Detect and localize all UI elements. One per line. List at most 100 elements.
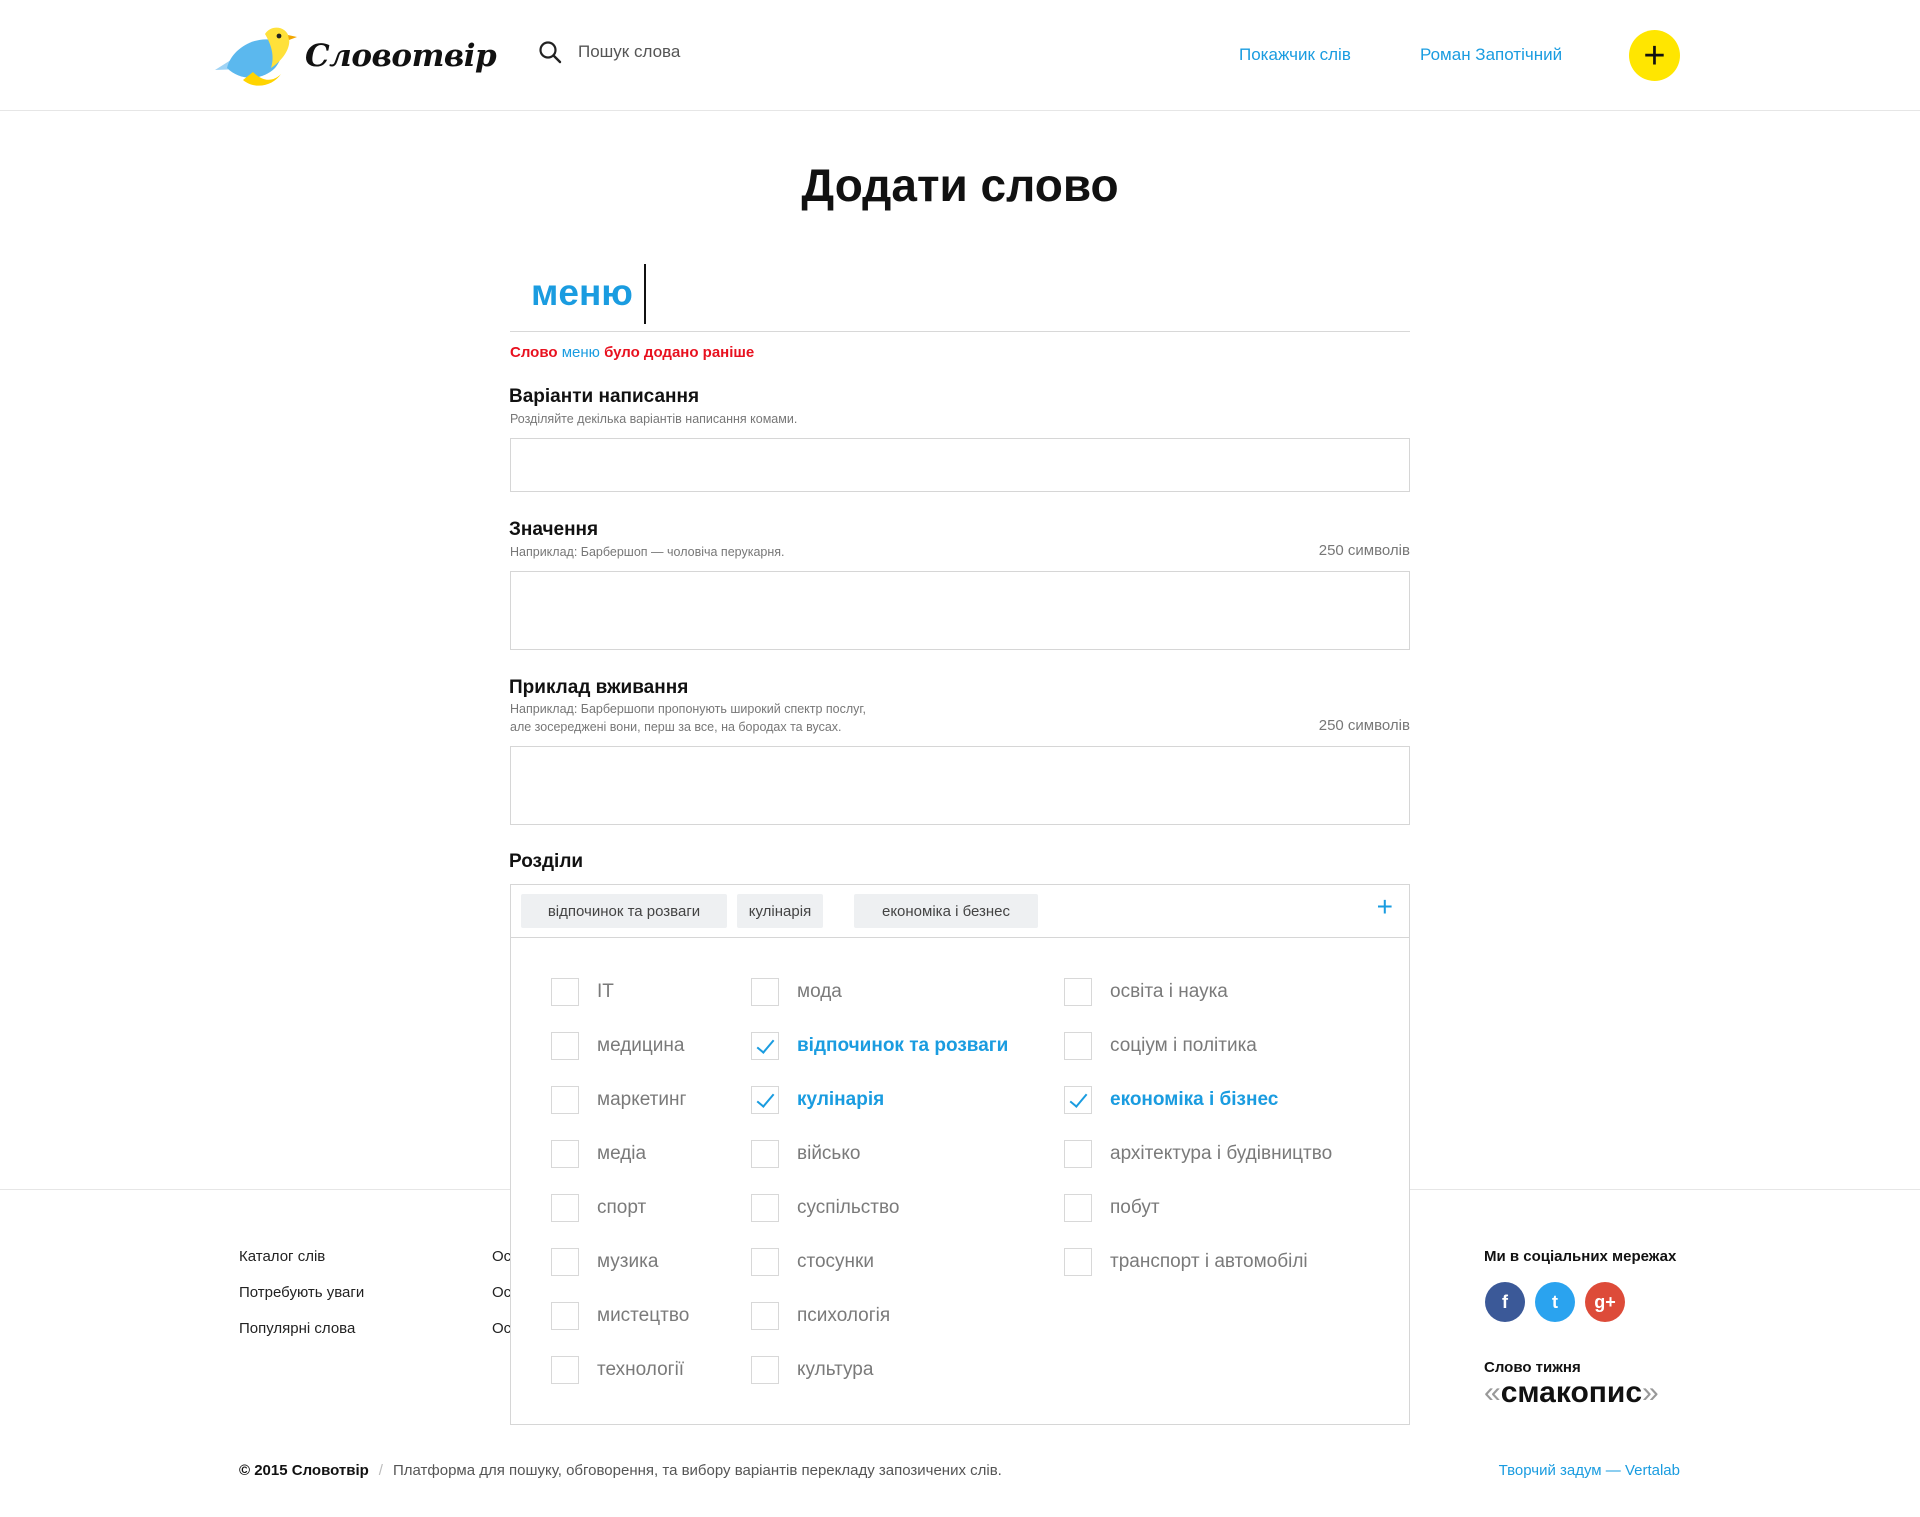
footer-link-catalog[interactable]: Каталог слів xyxy=(239,1248,325,1265)
sections-label: Розділи xyxy=(509,851,584,872)
section-option-label: побут xyxy=(1110,1197,1160,1218)
usage-field[interactable] xyxy=(510,746,1410,825)
error-text-start: Слово xyxy=(510,344,558,361)
copyright-separator: / xyxy=(378,1462,383,1479)
usage-label: Приклад вживання xyxy=(509,677,689,698)
checkbox[interactable] xyxy=(1064,1032,1092,1060)
spellings-field[interactable] xyxy=(510,438,1410,492)
logo-text: Словотвір xyxy=(305,38,497,74)
facebook-icon[interactable]: f xyxy=(1485,1282,1525,1322)
checkbox[interactable] xyxy=(1064,1140,1092,1168)
footer-link-partial[interactable]: Ос xyxy=(492,1248,511,1265)
section-option[interactable]: суспільство xyxy=(751,1194,899,1222)
section-option[interactable]: соціум і політика xyxy=(1064,1032,1257,1060)
section-option[interactable]: медицина xyxy=(551,1032,684,1060)
checkbox[interactable] xyxy=(551,978,579,1006)
checkbox[interactable] xyxy=(751,978,779,1006)
checkbox[interactable] xyxy=(751,1086,779,1114)
word-of-week[interactable]: «смакопис» xyxy=(1484,1376,1659,1410)
selected-tag[interactable]: кулінарія xyxy=(737,894,823,928)
checkbox[interactable] xyxy=(551,1086,579,1114)
checkbox[interactable] xyxy=(1064,978,1092,1006)
footer-link-popular[interactable]: Популярні слова xyxy=(239,1320,355,1337)
section-option[interactable]: мода xyxy=(751,978,842,1006)
checkbox[interactable] xyxy=(751,1356,779,1384)
checkbox[interactable] xyxy=(551,1194,579,1222)
checkbox[interactable] xyxy=(551,1248,579,1276)
section-option[interactable]: відпочинок та розваги xyxy=(751,1032,1008,1060)
sections-dropdown: відпочинок та розваги кулінарія економік… xyxy=(510,884,1410,1425)
meaning-label: Значення xyxy=(509,519,599,540)
section-option[interactable]: спорт xyxy=(551,1194,646,1222)
meaning-field[interactable] xyxy=(510,571,1410,650)
google-plus-icon[interactable]: g+ xyxy=(1585,1282,1625,1322)
section-option[interactable]: маркетинг xyxy=(551,1086,686,1114)
checkbox[interactable] xyxy=(1064,1086,1092,1114)
search-bar xyxy=(538,40,878,64)
checkbox[interactable] xyxy=(751,1248,779,1276)
search-input[interactable] xyxy=(578,42,878,62)
checkbox[interactable] xyxy=(751,1194,779,1222)
section-option-label: музика xyxy=(597,1251,659,1272)
checkbox[interactable] xyxy=(1064,1194,1092,1222)
checkbox[interactable] xyxy=(551,1140,579,1168)
error-word[interactable]: меню xyxy=(562,344,600,361)
selected-tags-bar[interactable]: відпочинок та розваги кулінарія економік… xyxy=(511,885,1409,938)
logo[interactable]: Словотвір xyxy=(213,24,497,88)
section-option-label: військо xyxy=(797,1143,861,1164)
selected-tag[interactable]: відпочинок та розваги xyxy=(521,894,727,928)
checkbox[interactable] xyxy=(551,1356,579,1384)
checkbox[interactable] xyxy=(551,1302,579,1330)
section-option[interactable]: архітектура і будівництво xyxy=(1064,1140,1332,1168)
section-option[interactable]: економіка і бізнес xyxy=(1064,1086,1278,1114)
section-option[interactable]: IT xyxy=(551,978,614,1006)
section-option[interactable]: стосунки xyxy=(751,1248,874,1276)
nav-user-profile[interactable]: Роман Запотічний xyxy=(1420,45,1562,65)
site-header: Словотвір Покажчик слів Роман Запотічний… xyxy=(0,0,1920,111)
checkbox[interactable] xyxy=(751,1140,779,1168)
add-word-button[interactable]: + xyxy=(1629,30,1680,81)
twitter-icon[interactable]: t xyxy=(1535,1282,1575,1322)
search-icon[interactable] xyxy=(538,40,562,64)
meaning-hint: Наприклад: Барбершоп — чоловіча перукарн… xyxy=(510,545,785,559)
word-value: меню xyxy=(531,272,633,313)
section-option-label: суспільство xyxy=(797,1197,900,1218)
section-option[interactable]: музика xyxy=(551,1248,658,1276)
section-option-label: маркетинг xyxy=(597,1089,687,1110)
section-option-label: психологія xyxy=(797,1305,891,1326)
checkbox[interactable] xyxy=(751,1032,779,1060)
checkbox[interactable] xyxy=(751,1302,779,1330)
section-option-label: мода xyxy=(797,981,842,1002)
section-option-label: медіа xyxy=(597,1143,647,1164)
section-option[interactable]: культура xyxy=(751,1356,873,1384)
word-of-week-heading: Слово тижня xyxy=(1484,1359,1581,1376)
section-option[interactable]: побут xyxy=(1064,1194,1160,1222)
section-option[interactable]: мистецтво xyxy=(551,1302,689,1330)
section-option-label: стосунки xyxy=(797,1251,874,1272)
footer-link-needs-attention[interactable]: Потребують уваги xyxy=(239,1284,364,1301)
section-option-label: мистецтво xyxy=(597,1305,690,1326)
section-option[interactable]: психологія xyxy=(751,1302,890,1330)
section-option-label: спорт xyxy=(597,1197,647,1218)
section-option[interactable]: медіа xyxy=(551,1140,646,1168)
section-option[interactable]: кулінарія xyxy=(751,1086,884,1114)
selected-tag[interactable]: економіка і безнес xyxy=(854,894,1038,928)
section-option[interactable]: військо xyxy=(751,1140,860,1168)
section-option-label: медицина xyxy=(597,1035,685,1056)
checkbox[interactable] xyxy=(551,1032,579,1060)
nav-word-index[interactable]: Покажчик слів xyxy=(1239,45,1351,65)
add-section-icon[interactable]: + xyxy=(1377,893,1393,921)
section-option-label: відпочинок та розваги xyxy=(797,1035,1009,1056)
bird-logo-icon xyxy=(215,27,297,86)
word-input[interactable]: меню xyxy=(510,262,1410,332)
section-option[interactable]: освіта і наука xyxy=(1064,978,1228,1006)
checkbox[interactable] xyxy=(1064,1248,1092,1276)
copyright-brand: © 2015 Словотвір xyxy=(239,1462,369,1479)
section-option[interactable]: технології xyxy=(551,1356,684,1384)
word-of-week-value: смакопис xyxy=(1500,1376,1643,1409)
section-option-label: архітектура і будівництво xyxy=(1110,1143,1333,1164)
footer-link-partial[interactable]: Ос xyxy=(492,1284,511,1301)
section-option[interactable]: транспорт і автомобілі xyxy=(1064,1248,1308,1276)
footer-link-partial[interactable]: Ос xyxy=(492,1320,511,1337)
credit-link[interactable]: Творчий задум — Vertalab xyxy=(1499,1462,1680,1479)
